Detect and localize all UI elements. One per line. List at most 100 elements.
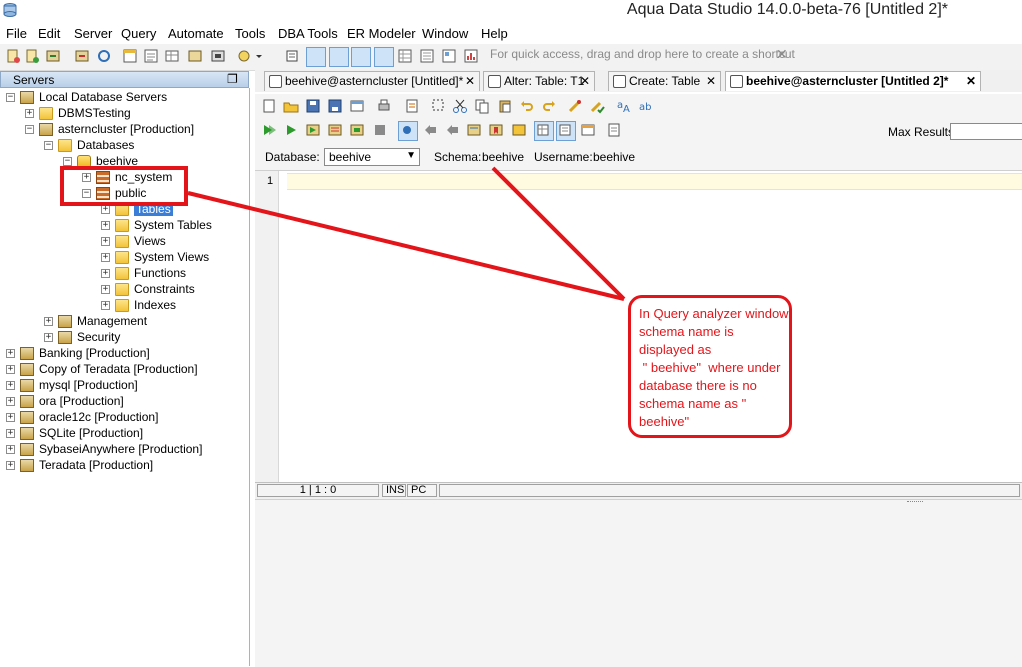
menu-file[interactable]: File <box>6 26 27 41</box>
expand-icon[interactable]: + <box>6 461 15 470</box>
window-icon[interactable] <box>349 98 365 114</box>
results-text-icon[interactable] <box>556 121 576 141</box>
expand-icon[interactable]: + <box>101 221 110 230</box>
register-server-icon[interactable] <box>5 48 21 64</box>
layout-4-icon[interactable] <box>374 47 394 67</box>
font-size-icon[interactable]: aA <box>616 98 632 115</box>
menu-tools[interactable]: Tools <box>235 26 265 41</box>
menu-edit[interactable]: Edit <box>38 26 60 41</box>
expand-icon[interactable]: + <box>101 301 110 310</box>
expand-icon[interactable]: + <box>101 269 110 278</box>
page-setup-icon[interactable] <box>404 98 420 114</box>
bookmark-icon[interactable] <box>488 122 504 138</box>
quick-access-bar[interactable]: For quick access, drag and drop here to … <box>490 47 795 61</box>
close-icon[interactable]: ✕ <box>706 74 716 88</box>
expand-icon[interactable]: + <box>6 381 15 390</box>
close-icon[interactable]: ✕ <box>776 46 788 63</box>
open-folder-icon[interactable] <box>283 98 299 114</box>
save-icon[interactable] <box>305 98 321 114</box>
expand-icon[interactable]: + <box>6 429 15 438</box>
collapse-icon[interactable]: − <box>44 141 53 150</box>
max-results-input[interactable] <box>950 123 1022 140</box>
menu-dba-tools[interactable]: DBA Tools <box>278 26 338 41</box>
unregister-server-icon[interactable] <box>24 48 40 64</box>
tab-beehive-untitled-2[interactable]: beehive@asterncluster [Untitled 2]* ✕ <box>725 71 981 91</box>
stop-icon[interactable] <box>372 122 388 138</box>
history-icon[interactable] <box>466 122 482 138</box>
toggle-icon[interactable] <box>511 122 527 138</box>
compare-icon[interactable] <box>187 48 203 64</box>
results-grid-icon[interactable] <box>534 121 554 141</box>
database-select[interactable]: beehive ▼ <box>324 148 420 166</box>
tab-beehive-untitled[interactable]: beehive@asterncluster [Untitled]* ✕ <box>264 71 480 91</box>
grid-view-icon[interactable] <box>397 48 413 64</box>
chart-icon[interactable] <box>463 48 479 64</box>
refresh-icon[interactable] <box>96 48 112 64</box>
list-view-icon[interactable] <box>419 48 435 64</box>
collapse-icon[interactable]: − <box>25 125 34 134</box>
layout-1-icon[interactable] <box>306 47 326 67</box>
menu-er-modeler[interactable]: ER Modeler <box>347 26 416 41</box>
expand-icon[interactable]: + <box>6 397 15 406</box>
close-icon[interactable]: ✕ <box>580 74 590 88</box>
expand-icon[interactable]: + <box>6 413 15 422</box>
explain-plan-icon[interactable] <box>349 122 365 138</box>
menu-help[interactable]: Help <box>481 26 508 41</box>
cut-icon[interactable] <box>452 98 468 114</box>
collapse-icon[interactable]: − <box>6 93 15 102</box>
menu-server[interactable]: Server <box>74 26 112 41</box>
close-icon[interactable]: ✕ <box>966 74 976 88</box>
tab-create-table[interactable]: Create: Table ✕ <box>608 71 721 91</box>
detail-view-icon[interactable] <box>441 48 457 64</box>
layout-2-icon[interactable] <box>329 47 349 67</box>
expand-icon[interactable]: + <box>25 109 34 118</box>
new-file-icon[interactable] <box>261 98 277 114</box>
execute-all-icon[interactable] <box>261 122 277 138</box>
max-results-icon[interactable] <box>606 122 622 138</box>
layout-3-icon[interactable] <box>351 47 371 67</box>
schema-browser-icon[interactable] <box>143 48 159 64</box>
expand-icon[interactable]: + <box>101 285 110 294</box>
find-icon[interactable]: ab <box>638 98 654 114</box>
expand-icon[interactable]: + <box>6 365 15 374</box>
print-icon[interactable] <box>284 48 300 64</box>
copy-icon[interactable] <box>474 98 490 114</box>
settings-dropdown-icon[interactable] <box>237 48 262 64</box>
current-line-highlight <box>287 173 1022 190</box>
collapse-icon[interactable]: − <box>63 157 72 166</box>
expand-icon[interactable]: + <box>101 253 110 262</box>
validate-icon[interactable] <box>589 98 605 114</box>
expand-icon[interactable]: + <box>44 317 53 326</box>
splitter-handle[interactable] <box>907 501 923 505</box>
save-as-icon[interactable] <box>327 98 343 114</box>
expand-icon[interactable]: + <box>44 333 53 342</box>
restore-icon[interactable]: ❐ <box>227 72 238 86</box>
rollback-icon[interactable] <box>444 122 460 138</box>
execute-current-icon[interactable] <box>305 122 321 138</box>
connect-icon[interactable] <box>45 48 61 64</box>
execute-icon[interactable] <box>283 122 299 138</box>
print-icon[interactable] <box>376 98 392 114</box>
menu-automate[interactable]: Automate <box>168 26 224 41</box>
auto-commit-icon[interactable] <box>398 121 418 141</box>
redo-icon[interactable] <box>541 98 557 114</box>
menu-query[interactable]: Query <box>121 26 156 41</box>
expand-icon[interactable]: + <box>6 349 15 358</box>
results-split-icon[interactable] <box>580 122 596 138</box>
select-all-icon[interactable] <box>431 98 447 114</box>
export-icon[interactable] <box>210 48 226 64</box>
query-window-icon[interactable] <box>122 48 138 64</box>
close-icon[interactable]: ✕ <box>465 74 475 88</box>
execute-script-icon[interactable] <box>327 122 343 138</box>
menu-window[interactable]: Window <box>422 26 468 41</box>
expand-icon[interactable]: + <box>101 237 110 246</box>
undo-icon[interactable] <box>519 98 535 114</box>
expand-icon[interactable]: + <box>101 205 110 214</box>
table-data-icon[interactable] <box>164 48 180 64</box>
commit-icon[interactable] <box>422 122 438 138</box>
tab-alter-table[interactable]: Alter: Table: T1 ✕ <box>483 71 595 91</box>
paste-icon[interactable] <box>497 98 513 114</box>
expand-icon[interactable]: + <box>6 445 15 454</box>
format-icon[interactable] <box>567 98 583 114</box>
disconnect-icon[interactable] <box>74 48 90 64</box>
